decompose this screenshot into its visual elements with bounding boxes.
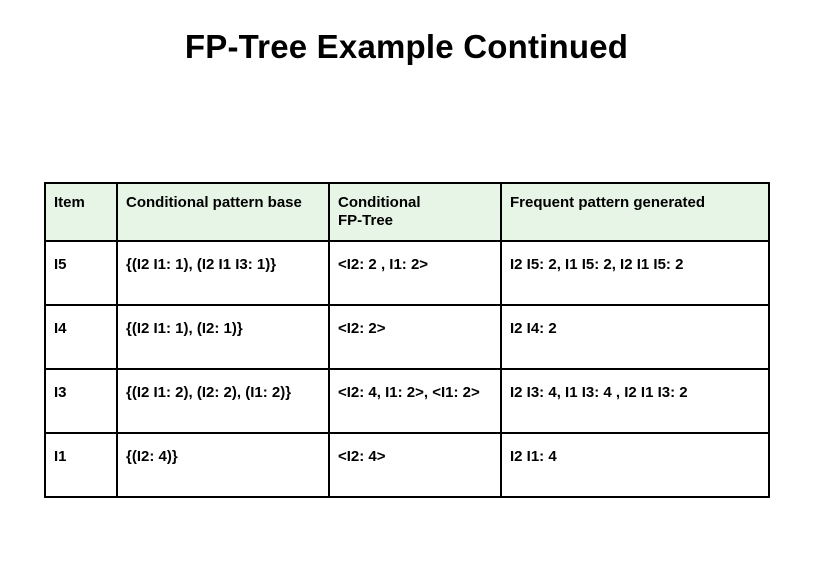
table-row: I4 {(I2 I1: 1), (I2: 1)} <I2: 2> I2 I4: …: [45, 305, 769, 369]
cell-item: I3: [45, 369, 117, 433]
cell-cft: <I2: 2 , I1: 2>: [329, 241, 501, 305]
cell-cpb: {(I2: 4)}: [117, 433, 329, 497]
table-row: I5 {(I2 I1: 1), (I2 I1 I3: 1)} <I2: 2 , …: [45, 241, 769, 305]
fp-tree-table-container: Item Conditional pattern base Conditiona…: [44, 182, 768, 498]
cell-cft: <I2: 4>: [329, 433, 501, 497]
slide: FP-Tree Example Continued Item Condition…: [0, 0, 813, 566]
table-row: I3 {(I2 I1: 2), (I2: 2), (I1: 2)} <I2: 4…: [45, 369, 769, 433]
table-row: I1 {(I2: 4)} <I2: 4> I2 I1: 4: [45, 433, 769, 497]
col-header-cft: Conditional FP-Tree: [329, 183, 501, 241]
cell-item: I4: [45, 305, 117, 369]
table-header-row: Item Conditional pattern base Conditiona…: [45, 183, 769, 241]
col-header-cpb: Conditional pattern base: [117, 183, 329, 241]
cell-fpg: I2 I4: 2: [501, 305, 769, 369]
cell-cpb: {(I2 I1: 1), (I2 I1 I3: 1)}: [117, 241, 329, 305]
cell-cpb: {(I2 I1: 1), (I2: 1)}: [117, 305, 329, 369]
fp-tree-table: Item Conditional pattern base Conditiona…: [44, 182, 770, 498]
col-header-cft-line2: FP-Tree: [338, 212, 393, 229]
cell-cft: <I2: 4, I1: 2>, <I1: 2>: [329, 369, 501, 433]
cell-fpg: I2 I1: 4: [501, 433, 769, 497]
col-header-fpg: Frequent pattern generated: [501, 183, 769, 241]
cell-cft: <I2: 2>: [329, 305, 501, 369]
cell-fpg: I2 I5: 2, I1 I5: 2, I2 I1 I5: 2: [501, 241, 769, 305]
col-header-cft-line1: Conditional: [338, 194, 421, 211]
cell-item: I1: [45, 433, 117, 497]
cell-cpb: {(I2 I1: 2), (I2: 2), (I1: 2)}: [117, 369, 329, 433]
cell-item: I5: [45, 241, 117, 305]
col-header-item: Item: [45, 183, 117, 241]
cell-fpg: I2 I3: 4, I1 I3: 4 , I2 I1 I3: 2: [501, 369, 769, 433]
slide-title: FP-Tree Example Continued: [0, 0, 813, 66]
